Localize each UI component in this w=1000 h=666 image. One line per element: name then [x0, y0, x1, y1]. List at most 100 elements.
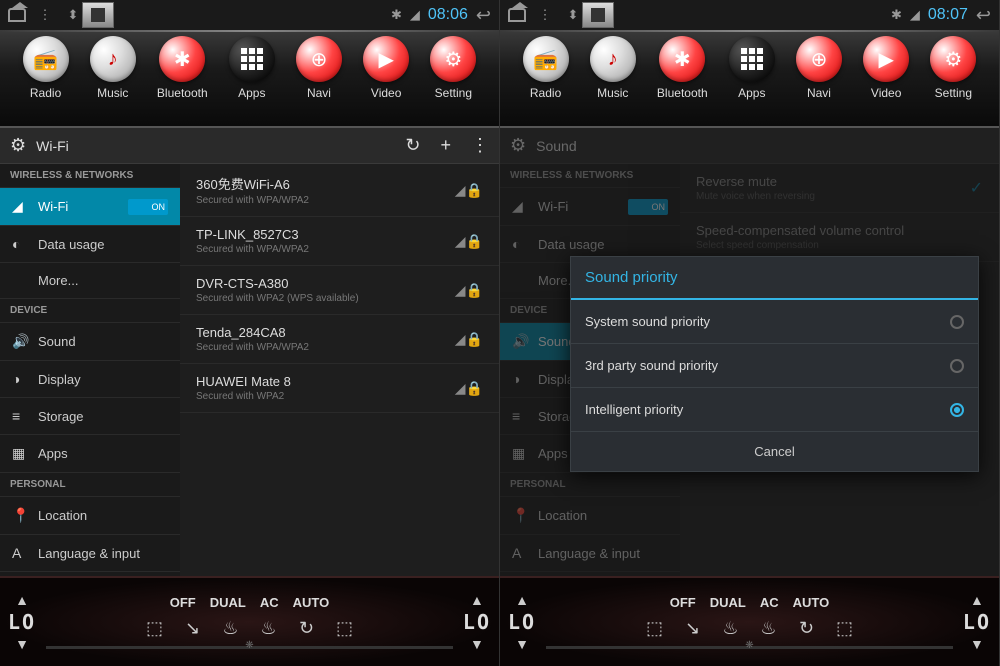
gear-icon: ⚙: [10, 135, 26, 156]
defrost-front-icon[interactable]: ⬚: [641, 616, 669, 640]
wifi-icon: ◢: [12, 198, 28, 215]
sidebar-item-location[interactable]: 📍Location: [0, 497, 180, 535]
temp-right-up[interactable]: ▲: [470, 592, 484, 608]
sidebar-item-location[interactable]: 📍Location: [500, 497, 680, 535]
setting-app-button[interactable]: ⚙Setting: [930, 36, 976, 100]
recirculate-icon[interactable]: ↻: [793, 616, 821, 640]
radio-icon: [950, 359, 964, 373]
section-personal: PERSONAL: [0, 473, 180, 497]
sidebar-item-language[interactable]: ALanguage & input: [0, 535, 180, 572]
gear-icon: ⚙: [510, 135, 526, 156]
back-icon[interactable]: ↩: [476, 5, 491, 26]
radio-app-button[interactable]: 📻Radio: [23, 36, 69, 100]
wifi-toggle[interactable]: ON: [128, 199, 168, 215]
navi-app-button[interactable]: ⊕Navi: [796, 36, 842, 100]
radio-icon: [950, 315, 964, 329]
reverse-mute-item[interactable]: Reverse muteMute voice when reversing✓: [680, 164, 999, 213]
fan-speed-slider[interactable]: [46, 646, 453, 649]
section-device: DEVICE: [0, 299, 180, 323]
sidebar-item-display[interactable]: ◑Display: [0, 361, 180, 398]
refresh-icon[interactable]: ↻: [405, 135, 420, 156]
sidebar-item-data-usage[interactable]: ◐Data usage: [0, 226, 180, 263]
menu-icon[interactable]: ⋮: [536, 6, 554, 24]
location-icon: 📍: [12, 507, 28, 524]
dialog-option-system[interactable]: System sound priority: [571, 300, 978, 344]
video-app-button[interactable]: ▶Video: [863, 36, 909, 100]
apps-icon: ▦: [12, 445, 28, 462]
fan-speed-slider[interactable]: [546, 646, 953, 649]
climate-off-button[interactable]: OFF: [670, 595, 696, 610]
climate-dual-button[interactable]: DUAL: [710, 595, 746, 610]
settings-title: Wi-Fi: [36, 138, 69, 154]
dialog-option-intelligent[interactable]: Intelligent priority: [571, 388, 978, 432]
settings-header: ⚙ Wi-Fi ↻ + ⋮: [0, 128, 499, 164]
overflow-icon[interactable]: ⋮: [471, 135, 489, 156]
seat-heat-left-icon[interactable]: ♨: [217, 616, 245, 640]
climate-ac-button[interactable]: AC: [760, 595, 779, 610]
speed-volume-item[interactable]: Speed-compensated volume controlSelect s…: [680, 213, 999, 262]
defrost-rear-icon[interactable]: ⬚: [831, 616, 859, 640]
wifi-network-item[interactable]: DVR-CTS-A380Secured with WPA2 (WPS avail…: [180, 266, 499, 315]
wifi-network-item[interactable]: Tenda_284CA8Secured with WPA/WPA2◢🔒: [180, 315, 499, 364]
radio-app-button[interactable]: 📻Radio: [523, 36, 569, 100]
add-network-icon[interactable]: +: [440, 135, 451, 156]
status-bar: ⋮ ⬍ ✱ ◢ 08:07 ↩: [500, 0, 999, 30]
back-icon[interactable]: ↩: [976, 5, 991, 26]
temp-left-up[interactable]: ▲: [515, 592, 529, 608]
app-launcher-bar: 📻Radio ♪Music ✱Bluetooth Apps ⊕Navi ▶Vid…: [0, 30, 499, 128]
airflow-feet-icon[interactable]: ↘: [179, 616, 207, 640]
recirculate-icon[interactable]: ↻: [293, 616, 321, 640]
menu-icon[interactable]: ⋮: [36, 6, 54, 24]
seat-heat-right-icon[interactable]: ♨: [755, 616, 783, 640]
temp-left-down[interactable]: ▼: [515, 636, 529, 652]
seat-heat-left-icon[interactable]: ♨: [717, 616, 745, 640]
temp-left-up[interactable]: ▲: [15, 592, 29, 608]
defrost-front-icon[interactable]: ⬚: [141, 616, 169, 640]
dialog-option-3rdparty[interactable]: 3rd party sound priority: [571, 344, 978, 388]
apps-app-button[interactable]: Apps: [229, 36, 275, 100]
climate-auto-button[interactable]: AUTO: [793, 595, 830, 610]
climate-off-button[interactable]: OFF: [170, 595, 196, 610]
radio-selected-icon: [950, 403, 964, 417]
temp-right-down[interactable]: ▼: [970, 636, 984, 652]
signal-lock-icon: ◢🔒: [455, 282, 483, 299]
wifi-network-item[interactable]: TP-LINK_8527C3Secured with WPA/WPA2◢🔒: [180, 217, 499, 266]
seat-heat-right-icon[interactable]: ♨: [255, 616, 283, 640]
wifi-icon: ◢: [410, 7, 420, 23]
sidebar-item-wifi[interactable]: ◢Wi-FiON: [500, 188, 680, 226]
apps-app-button[interactable]: Apps: [729, 36, 775, 100]
wifi-network-item[interactable]: 360免费WiFi-A6Secured with WPA/WPA2◢🔒: [180, 164, 499, 217]
temp-left-down[interactable]: ▼: [15, 636, 29, 652]
navi-app-button[interactable]: ⊕Navi: [296, 36, 342, 100]
home-icon[interactable]: [8, 6, 26, 24]
sidebar-item-language[interactable]: ALanguage & input: [500, 535, 680, 572]
airflow-feet-icon[interactable]: ↘: [679, 616, 707, 640]
sidebar-item-storage[interactable]: ≡Storage: [0, 398, 180, 435]
dialog-cancel-button[interactable]: Cancel: [571, 432, 978, 471]
video-app-button[interactable]: ▶Video: [363, 36, 409, 100]
setting-app-button[interactable]: ⚙Setting: [430, 36, 476, 100]
settings-header: ⚙ Sound: [500, 128, 999, 164]
recent-apps-button[interactable]: [82, 2, 114, 28]
temp-left-display: LO: [8, 610, 36, 634]
bluetooth-app-button[interactable]: ✱Bluetooth: [657, 36, 708, 100]
music-app-button[interactable]: ♪Music: [590, 36, 636, 100]
sidebar-item-wifi[interactable]: ◢Wi-FiON: [0, 188, 180, 226]
climate-dual-button[interactable]: DUAL: [210, 595, 246, 610]
sidebar-item-apps[interactable]: ▦Apps: [0, 435, 180, 473]
sidebar-item-more[interactable]: More...: [0, 263, 180, 299]
wifi-network-item[interactable]: HUAWEI Mate 8Secured with WPA2◢🔒: [180, 364, 499, 413]
home-icon[interactable]: [508, 6, 526, 24]
temp-right-up[interactable]: ▲: [970, 592, 984, 608]
clock: 08:06: [428, 6, 468, 24]
defrost-rear-icon[interactable]: ⬚: [331, 616, 359, 640]
recent-apps-button[interactable]: [582, 2, 614, 28]
temp-right-down[interactable]: ▼: [470, 636, 484, 652]
sound-priority-dialog: Sound priority System sound priority 3rd…: [570, 256, 979, 472]
bluetooth-app-button[interactable]: ✱Bluetooth: [157, 36, 208, 100]
music-app-button[interactable]: ♪Music: [90, 36, 136, 100]
section-wireless: WIRELESS & NETWORKS: [0, 164, 180, 188]
climate-auto-button[interactable]: AUTO: [293, 595, 330, 610]
climate-ac-button[interactable]: AC: [260, 595, 279, 610]
sidebar-item-sound[interactable]: 🔊Sound: [0, 323, 180, 361]
